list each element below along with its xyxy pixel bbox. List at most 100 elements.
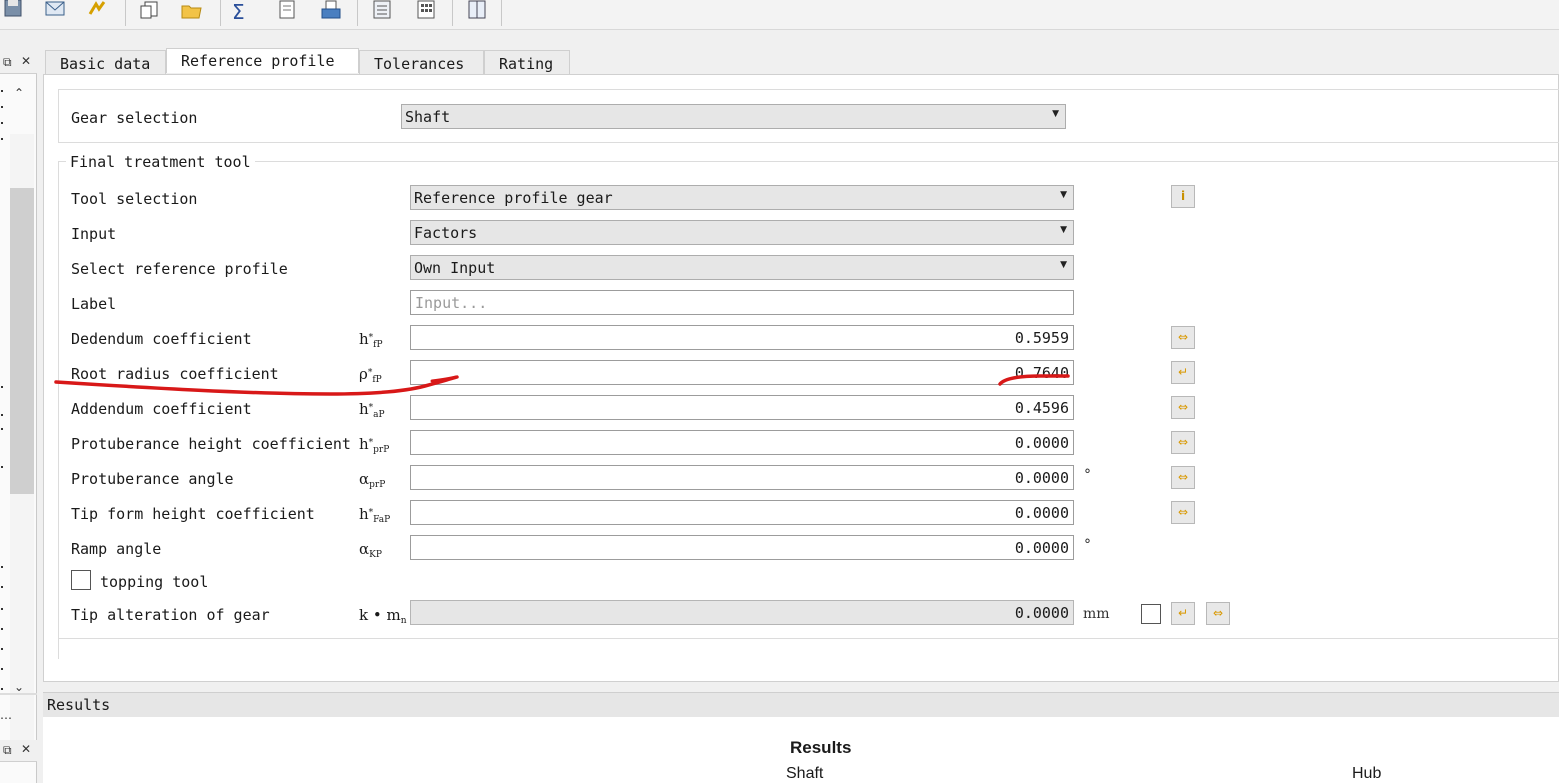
chevron-down-icon: ▼ [1060,260,1067,270]
sum-icon[interactable]: Σ [232,0,254,24]
addendum-coefficient-input[interactable]: 0.4596 [410,395,1074,420]
select-reference-profile-label: Select reference profile [71,260,288,278]
book-icon[interactable] [466,0,488,22]
tab-rating[interactable]: Rating [484,50,570,74]
topping-tool-checkbox[interactable] [71,570,91,590]
dedendum-coefficient-input[interactable]: 0.5959 [410,325,1074,350]
results-bar-label: Results [47,696,111,714]
left-panel-header: ⧉ ✕ [0,52,37,74]
results-col-hub: Hub [1352,765,1382,782]
root-radius-coefficient-label: Root radius coefficient [71,365,279,383]
ramp-angle-symbol: αKP [359,540,382,560]
arrow-icon[interactable] [86,0,108,22]
group-bottom-border [58,638,1559,639]
save-icon[interactable] [2,0,24,22]
protuberance-angle-input[interactable]: 0.0000 [410,465,1074,490]
info-icon: i [1180,189,1186,203]
tool-selection-dropdown[interactable]: Reference profile gear ▼ [410,185,1074,210]
mm-unit: mm [1083,606,1110,622]
close-icon[interactable]: ✕ [21,742,31,756]
print-icon[interactable] [320,0,342,22]
scroll-up-icon[interactable]: ⌃ [14,86,24,100]
toolbar-separator [125,0,126,26]
degree-unit: ° [1084,467,1091,483]
tab-tolerances[interactable]: Tolerances [359,50,484,74]
close-icon[interactable]: ✕ [21,54,31,68]
tip-alteration-checkbox[interactable] [1141,604,1161,624]
protuberance-angle-symbol: αprP [359,470,386,490]
group-top-border [58,161,1559,162]
label-field-label: Label [71,295,117,313]
double-arrow-button[interactable]: ⇔ [1171,431,1195,454]
toolbar: Σ [0,0,1559,30]
email-icon[interactable] [44,0,66,22]
double-arrow-button[interactable]: ⇔ [1171,501,1195,524]
double-arrow-button[interactable]: ⇔ [1171,466,1195,489]
calculator-icon[interactable] [415,0,437,22]
group-left-border [58,161,59,659]
tool-selection-label: Tool selection [71,190,198,208]
label-input[interactable]: Input... [410,290,1074,315]
return-arrow-button[interactable]: ↵ [1171,361,1195,384]
toolbar-separator [501,0,502,26]
double-arrow-button[interactable]: ⇔ [1171,396,1195,419]
restore-icon[interactable]: ⧉ [3,55,12,70]
results-area: Results Shaft Hub [43,717,1559,783]
results-bar[interactable]: Results [43,692,1559,717]
reference-profile-panel: Gear selection Shaft ▼ Final treatment t… [43,74,1559,682]
left-panel-divider [0,693,37,695]
degree-unit: ° [1084,537,1091,553]
tip-form-height-label: Tip form height coefficient [71,505,315,523]
double-arrow-button[interactable]: ⇔ [1171,326,1195,349]
more-icon[interactable]: … [0,708,12,722]
final-treatment-tool-title: Final treatment tool [66,153,255,171]
tab-reference-profile[interactable]: Reference profile [166,48,359,73]
tip-alteration-label: Tip alteration of gear [71,606,270,624]
protuberance-height-label: Protuberance height coefficient [71,435,351,453]
report-icon[interactable] [371,0,393,22]
dedendum-symbol: h*fP [359,330,383,350]
info-button[interactable]: i [1171,185,1195,208]
toolbar-separator [357,0,358,26]
ramp-angle-label: Ramp angle [71,540,162,558]
tip-form-height-symbol: h*FaP [359,505,391,525]
gear-selection-label: Gear selection [71,109,198,127]
protuberance-height-input[interactable]: 0.0000 [410,430,1074,455]
chevron-down-icon: ▼ [1052,109,1059,119]
chevron-down-icon: ▼ [1060,225,1067,235]
ramp-angle-input[interactable]: 0.0000 [410,535,1074,560]
results-title: Results [790,738,852,757]
return-arrow-button[interactable]: ↵ [1171,602,1195,625]
input-mode-dropdown[interactable]: Factors ▼ [410,220,1074,245]
scroll-down-icon[interactable]: ⌄ [14,680,24,694]
copy-icon[interactable] [139,0,161,22]
input-mode-value: Factors [414,224,478,242]
scrollbar-thumb[interactable] [10,188,34,494]
restore-icon[interactable]: ⧉ [3,743,12,758]
chevron-down-icon: ▼ [1060,190,1067,200]
gear-selection-dropdown[interactable]: Shaft ▼ [401,104,1066,129]
toolbar-separator [452,0,453,26]
tip-alteration-symbol: k • mn [359,606,407,626]
reference-profile-value: Own Input [414,259,496,277]
left-panel: ⧉ ✕ ⌃ ⌄ … ⧉ ✕ [0,52,37,783]
toolbar-separator [220,0,221,26]
topping-tool-label: topping tool [100,573,209,591]
input-mode-label: Input [71,225,117,243]
addendum-coefficient-label: Addendum coefficient [71,400,252,418]
left-panel-header-2: ⧉ ✕ [0,740,37,762]
document-icon[interactable] [276,0,298,22]
dedendum-coefficient-label: Dedendum coefficient [71,330,252,348]
reference-profile-dropdown[interactable]: Own Input ▼ [410,255,1074,280]
tool-selection-value: Reference profile gear [414,189,613,207]
tab-basic-data[interactable]: Basic data [45,50,166,74]
gear-selection-value: Shaft [405,108,451,126]
tip-alteration-input: 0.0000 [410,600,1074,625]
tip-form-height-input[interactable]: 0.0000 [410,500,1074,525]
double-arrow-button[interactable]: ⇔ [1206,602,1230,625]
results-col-shaft: Shaft [786,765,824,782]
protuberance-angle-label: Protuberance angle [71,470,234,488]
open-folder-icon[interactable] [181,0,203,22]
root-radius-coefficient-input[interactable]: 0.7640 [410,360,1074,385]
root-radius-symbol: ρ*fP [359,365,382,385]
